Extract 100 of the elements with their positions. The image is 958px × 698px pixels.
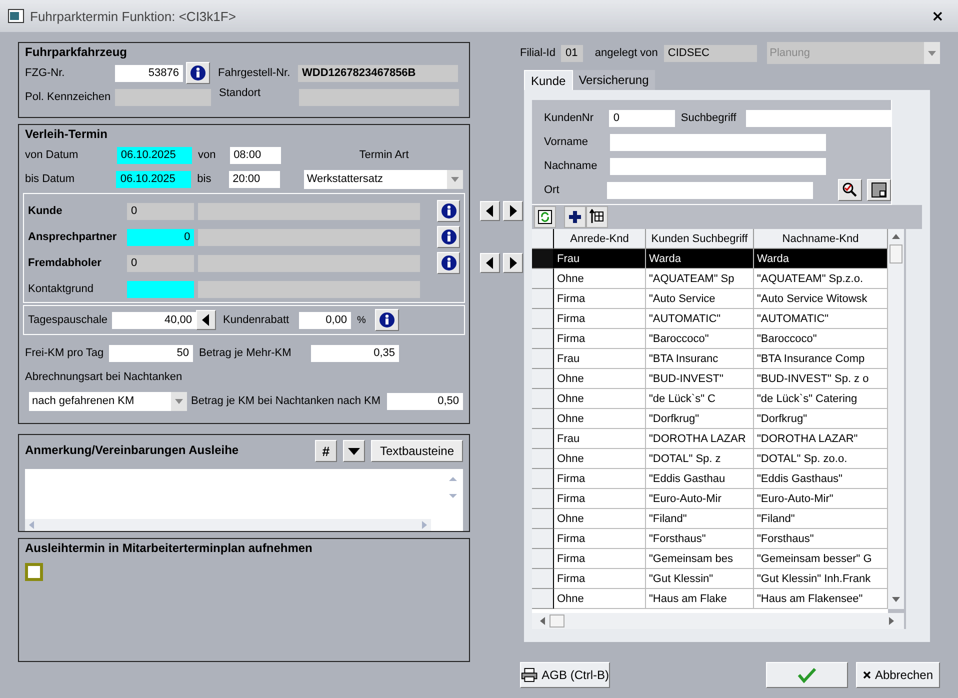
row-header [532, 269, 554, 289]
right-arrow-icon [509, 205, 517, 217]
checkbox[interactable] [25, 563, 43, 581]
time-field[interactable]: 20:00 [228, 170, 280, 188]
input-field[interactable] [610, 134, 826, 150]
row-header [532, 309, 554, 329]
arrow-button[interactable] [480, 201, 500, 221]
info-button[interactable] [374, 309, 399, 331]
readonly-field: WDD1267823467856B [298, 64, 458, 82]
info-button[interactable] [437, 200, 460, 222]
table-cell: "AQUATEAM" Sp [646, 269, 754, 289]
table-cell: Firma [554, 529, 646, 549]
printer-icon [521, 667, 538, 683]
info-icon [440, 255, 456, 271]
info-button[interactable] [437, 226, 460, 248]
input-field[interactable]: 40,00 [112, 312, 196, 328]
field-label: bis [197, 173, 212, 185]
row-header [532, 289, 554, 309]
right-arrow-icon [509, 257, 517, 269]
date-field[interactable]: 06.10.2025 [116, 146, 192, 164]
agb-button[interactable]: AGB (Ctrl-B) [520, 662, 610, 688]
field-label: Abrechnungsart bei Nachtanken [25, 371, 182, 383]
refuel-dropdown[interactable]: nach gefahrenen KM [29, 392, 187, 410]
input-field[interactable]: 0,35 [311, 344, 399, 362]
time-field[interactable]: 08:00 [230, 146, 282, 164]
close-button[interactable]: × [925, 7, 950, 25]
row-header [532, 549, 554, 569]
table-cell: Ohne [554, 449, 646, 469]
date-field[interactable]: 06.10.2025 [116, 170, 192, 188]
row-header [532, 489, 554, 509]
cancel-button[interactable]: Abbrechen [856, 662, 940, 688]
readonly-field: CIDSEC [664, 44, 757, 62]
field-label: Betrag je Mehr-KM [199, 347, 292, 359]
field-label: Tagespauschale [28, 314, 109, 326]
arrow-button[interactable] [503, 253, 523, 273]
row-header [532, 249, 554, 269]
table-cell: "Filand" [646, 509, 754, 529]
input-field[interactable] [610, 158, 826, 174]
table-cell: "Euro-Auto-Mir [646, 489, 754, 509]
percent-label: % [357, 314, 366, 326]
text-blocks-button[interactable]: Textbausteine [370, 440, 463, 462]
row-header [532, 409, 554, 429]
arrow-button[interactable] [196, 310, 216, 330]
left-arrow-icon [486, 205, 494, 217]
tab[interactable]: Versicherung [572, 70, 655, 90]
row-header [532, 429, 554, 449]
row-header [532, 529, 554, 549]
input-field[interactable] [746, 110, 891, 126]
row-header [532, 229, 554, 249]
field-label: von Datum [25, 149, 80, 161]
input-field[interactable]: 0,00 [299, 312, 351, 328]
window-icon [8, 9, 24, 23]
field-label: Ansprechpartner [28, 231, 118, 243]
field-label: Filial-Id [520, 47, 556, 59]
dropdown-button[interactable] [342, 440, 365, 462]
row-header [532, 469, 554, 489]
field-label: KundenNr [544, 112, 595, 124]
table-cell: "de Lück`s" C [646, 389, 754, 409]
input-field[interactable] [127, 280, 194, 298]
info-icon [440, 203, 456, 219]
input-field[interactable]: 0 [609, 110, 675, 126]
add-button[interactable] [564, 206, 586, 228]
row-header [532, 509, 554, 529]
notes-field[interactable] [25, 469, 463, 531]
input-field[interactable] [606, 182, 813, 198]
column-header[interactable]: Anrede-Knd [554, 229, 646, 249]
arrow-button[interactable] [480, 253, 500, 273]
ok-button[interactable] [766, 662, 848, 688]
field-label: bis Datum [25, 173, 76, 185]
search-icon [842, 182, 858, 198]
refresh-button[interactable] [534, 206, 556, 228]
input-field[interactable]: 0,50 [387, 392, 463, 410]
input-field[interactable]: 0 [126, 228, 194, 246]
search-button[interactable] [838, 179, 862, 201]
table-cell: Frau [554, 349, 646, 369]
input-field[interactable]: 53876 [115, 64, 183, 82]
grid-button[interactable] [867, 179, 891, 201]
field-label: Fahrgestell-Nr. [218, 67, 292, 79]
row-header [532, 569, 554, 589]
hash-button[interactable]: # [314, 440, 337, 462]
table-cell: Ohne [554, 589, 646, 609]
arrow-button[interactable] [503, 201, 523, 221]
column-header[interactable]: Nachname-Knd [754, 229, 888, 249]
info-button[interactable] [437, 252, 460, 274]
input-field[interactable]: 50 [109, 344, 193, 362]
readonly-field: 0 [126, 202, 194, 220]
column-header[interactable]: Kunden Suchbegriff [646, 229, 754, 249]
info-icon [440, 229, 456, 245]
columns-button[interactable] [586, 206, 608, 228]
table-row[interactable]: Frau Warda Warda [532, 249, 888, 269]
plus-icon [569, 211, 581, 223]
table-cell: Firma [554, 329, 646, 349]
table-cell: "Forsthaus" [646, 529, 754, 549]
info-icon [190, 65, 206, 81]
table-cell: "Eddis Gasthau [646, 469, 754, 489]
info-button[interactable] [186, 62, 210, 84]
type-dropdown[interactable]: Werkstattersatz [304, 170, 463, 188]
table-cell: "BUD-INVEST" [646, 369, 754, 389]
tab[interactable]: Kunde [524, 70, 573, 90]
table-cell: "Baroccoco" [646, 329, 754, 349]
